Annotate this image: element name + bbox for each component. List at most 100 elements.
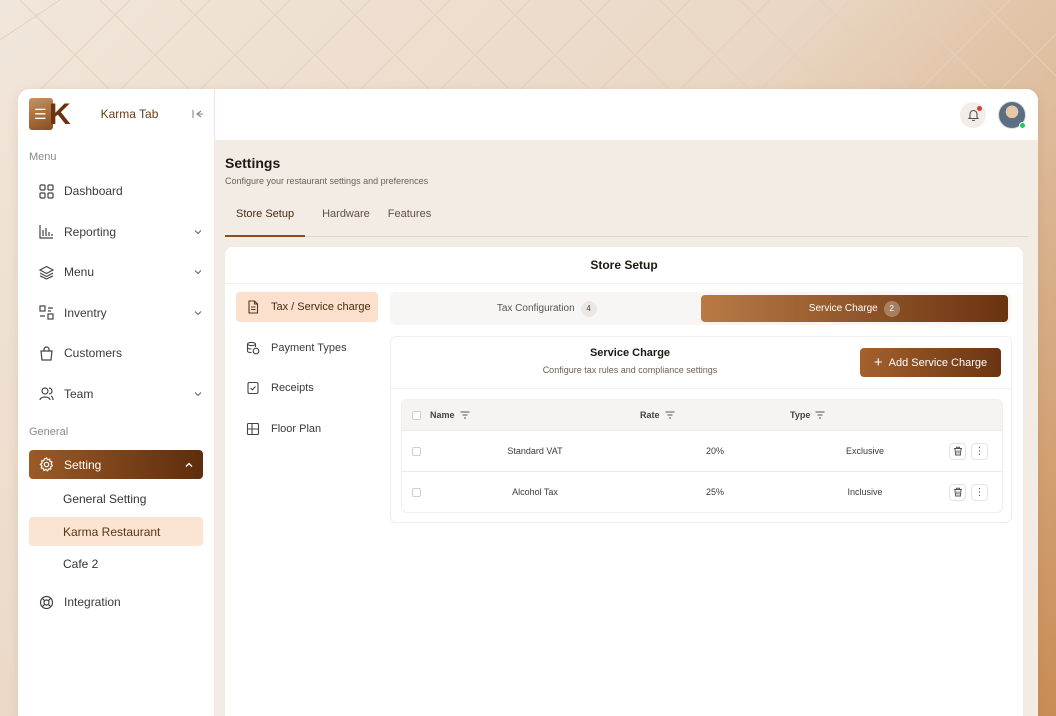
notification-button[interactable] — [960, 101, 986, 128]
main-content: Settings Configure your restaurant setti… — [215, 89, 1038, 716]
segment-service-charge[interactable]: Service Charge 2 — [700, 295, 1008, 322]
table-row: Alcohol Tax 25% Inclusive ⋮ — [402, 471, 1002, 512]
cell-name: Alcohol Tax — [512, 487, 558, 497]
delete-button[interactable] — [949, 483, 966, 501]
online-status-dot — [1019, 121, 1026, 129]
chevron-down-icon — [194, 229, 202, 235]
collapse-sidebar-icon[interactable] — [190, 107, 204, 121]
chevron-up-icon — [185, 462, 193, 467]
kebab-icon: ⋮ — [974, 445, 985, 457]
sidebar-subitem-general-setting[interactable]: General Setting — [18, 483, 214, 515]
plus-icon: + — [873, 354, 883, 371]
sidebar-item-reporting[interactable]: Reporting — [18, 212, 214, 253]
page-subtitle: Configure your restaurant settings and p… — [225, 176, 429, 186]
settings-tabs: Store Setup Hardware Features — [225, 198, 1028, 237]
add-service-charge-button[interactable]: + Add Service Charge — [860, 348, 1001, 377]
more-options-button[interactable]: ⋮ — [971, 483, 988, 501]
sidebar-item-label: Dashboard — [64, 184, 123, 199]
gear-icon — [38, 457, 54, 473]
row-checkbox[interactable] — [412, 487, 421, 497]
segment-label: Service Charge — [808, 303, 878, 314]
count-badge: 4 — [580, 300, 597, 317]
column-type[interactable]: Type — [790, 410, 940, 420]
table-header: Name Rate Type — [402, 400, 1002, 430]
tab-hardware[interactable]: Hardware — [305, 198, 381, 236]
add-button-label: Add Service Charge — [888, 356, 988, 369]
tax-segment-control: Tax Configuration 4 Service Charge 2 — [390, 292, 1011, 325]
avatar[interactable] — [998, 100, 1026, 129]
segment-label: Tax Configuration — [496, 303, 575, 314]
subnav-label: Payment Types — [271, 341, 347, 354]
trash-icon — [953, 446, 962, 456]
sidebar-subitem-cafe-2[interactable]: Cafe 2 — [18, 548, 214, 580]
page-title: Settings — [225, 155, 281, 171]
cell-name: Standard VAT — [507, 446, 563, 456]
tab-store-setup[interactable]: Store Setup — [225, 198, 306, 237]
service-charge-panel: Service Charge Configure tax rules and c… — [390, 336, 1012, 523]
layers-icon — [38, 264, 54, 280]
subnav-label: Floor Plan — [271, 422, 322, 435]
cell-rate: 25% — [705, 487, 724, 497]
sidebar-item-menu[interactable]: Menu — [18, 252, 214, 293]
panel-subtitle: Configure tax rules and compliance setti… — [542, 365, 718, 375]
lifebuoy-icon — [38, 594, 54, 610]
cell-type: Exclusive — [845, 446, 884, 456]
trash-icon — [953, 487, 962, 497]
kebab-icon: ⋮ — [974, 486, 985, 498]
filter-icon — [815, 411, 825, 419]
page-header: Settings Configure your restaurant setti… — [215, 140, 1038, 237]
filter-icon — [460, 411, 470, 419]
sidebar-item-dashboard[interactable]: Dashboard — [18, 171, 214, 212]
store-setup-card: Store Setup Tax / Service charge Payment… — [225, 247, 1023, 716]
receipt-check-icon — [245, 380, 261, 396]
more-options-button[interactable]: ⋮ — [971, 442, 988, 460]
brand-name: Karma Tab — [100, 107, 159, 121]
subnav-receipts[interactable]: Receipts — [236, 373, 378, 403]
bag-icon — [38, 345, 54, 361]
inventory-icon — [38, 305, 54, 321]
table-row: Standard VAT 20% Exclusive ⋮ — [402, 430, 1002, 471]
app-window: ☰ K Karma Tab Menu Dashboard Reporting M… — [18, 89, 1038, 716]
segment-tax-configuration[interactable]: Tax Configuration 4 — [393, 295, 701, 322]
sidebar: ☰ K Karma Tab Menu Dashboard Reporting M… — [18, 89, 215, 716]
tab-features[interactable]: Features — [381, 198, 442, 236]
sidebar-item-label: Menu — [64, 265, 95, 280]
sidebar-item-customers[interactable]: Customers — [18, 333, 214, 374]
chevron-down-icon — [194, 270, 202, 275]
sidebar-item-inventry[interactable]: Inventry — [18, 293, 214, 334]
column-label: Name — [430, 410, 455, 420]
column-label: Rate — [640, 410, 660, 420]
panel-title: Service Charge — [589, 347, 671, 359]
cell-rate: 20% — [705, 446, 724, 456]
subnav-label: Receipts — [271, 382, 314, 394]
sidebar-item-integration[interactable]: Integration — [18, 582, 214, 623]
document-icon — [245, 299, 261, 315]
bar-chart-icon — [38, 224, 54, 240]
sidebar-item-label: Inventry — [64, 305, 107, 320]
cell-type: Inclusive — [847, 487, 883, 497]
sidebar-item-label: Integration — [64, 595, 121, 610]
sidebar-item-label: Team — [64, 386, 94, 401]
sidebar-item-label: Setting — [64, 457, 102, 472]
subnav-tax-service-charge[interactable]: Tax / Service charge — [236, 292, 378, 322]
row-checkbox[interactable] — [412, 446, 421, 456]
count-badge: 2 — [883, 300, 900, 317]
column-label: Type — [790, 410, 811, 420]
subnav-floor-plan[interactable]: Floor Plan — [236, 414, 378, 444]
grid-icon — [38, 183, 54, 199]
sidebar-subitem-karma-restaurant[interactable]: Karma Restaurant — [29, 517, 203, 546]
sidebar-item-setting[interactable]: Setting — [29, 450, 203, 479]
notification-dot — [977, 105, 982, 111]
users-icon — [38, 386, 54, 402]
column-name[interactable]: Name — [430, 410, 640, 420]
select-all-checkbox[interactable] — [412, 410, 421, 420]
general-section-label: General — [29, 426, 69, 438]
delete-button[interactable] — [949, 442, 966, 460]
logo-row: ☰ K Karma Tab — [18, 89, 214, 139]
sidebar-item-team[interactable]: Team — [18, 374, 214, 415]
subnav-payment-types[interactable]: Payment Types — [236, 333, 378, 363]
column-rate[interactable]: Rate — [640, 410, 790, 420]
panel-header: Service Charge Configure tax rules and c… — [391, 337, 1011, 389]
coins-icon — [245, 340, 261, 356]
floor-plan-icon — [245, 421, 261, 437]
